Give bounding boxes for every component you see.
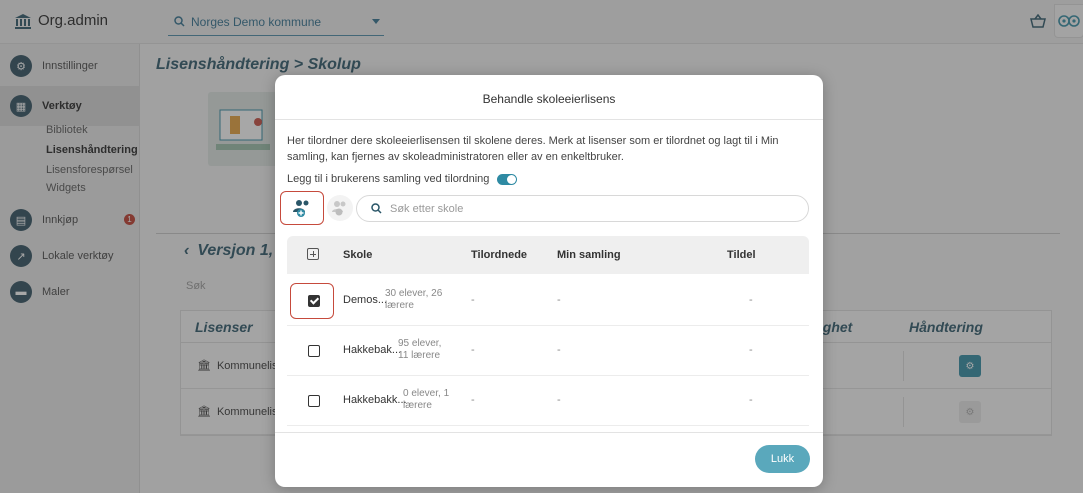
unassign-schools-button[interactable] [327,195,353,221]
school-meta: 30 elever, 26 lærere [385,288,443,311]
table-row: Hakkebakk... 0 elever, 1 lærere - - - [287,376,809,426]
share-value: - [749,294,753,306]
school-name: Hakkebakk... [343,394,407,406]
collection-value: - [557,294,561,306]
school-name: Demos... [343,294,388,306]
manage-license-modal: Behandle skoleeierlisens Her tilordner d… [275,75,823,487]
modal-description: Her tilordner dere skoleeierlisensen til… [287,135,779,163]
school-checkbox[interactable] [308,395,320,407]
school-name: Hakkebak... [343,344,402,356]
assign-schools-button[interactable] [280,191,324,225]
divider [275,432,823,433]
share-value: - [749,394,753,406]
column-header-share: Tildel [727,249,756,261]
expand-all-icon[interactable] [307,248,319,260]
share-value: - [749,344,753,356]
modal-title: Behandle skoleeierlisens [482,92,616,106]
school-search[interactable] [356,195,809,222]
table-row: Demos... 30 elever, 26 lærere - - - [287,276,809,326]
add-group-icon [293,200,309,217]
school-table: Skole Tilordnede Min samling Tildel Demo… [287,236,809,430]
assigned-value: - [471,344,475,356]
search-icon [371,203,382,214]
toggle-label: Legg til i brukerens samling ved tilordn… [287,173,490,185]
column-header-collection: Min samling [557,249,621,261]
school-meta: 95 elever, 11 lærere [398,338,442,361]
school-table-header: Skole Tilordnede Min samling Tildel [287,236,809,274]
assigned-value: - [471,394,475,406]
collection-value: - [557,344,561,356]
school-checkbox[interactable] [308,295,320,307]
assigned-value: - [471,294,475,306]
school-search-input[interactable] [390,202,770,215]
add-to-collection-setting: Legg til i brukerens samling ved tilordn… [287,173,518,185]
column-header-assigned: Tilordnede [471,249,528,261]
column-header-school: Skole [343,249,373,261]
close-button[interactable]: Lukk [755,445,810,473]
school-checkbox[interactable] [308,345,320,357]
divider [275,119,823,120]
school-meta: 0 elever, 1 lærere [403,388,450,411]
table-row: Hakkebak... 95 elever, 11 lærere - - - [287,326,809,376]
add-to-collection-toggle[interactable] [497,173,518,185]
collection-value: - [557,394,561,406]
remove-group-icon [332,201,346,216]
